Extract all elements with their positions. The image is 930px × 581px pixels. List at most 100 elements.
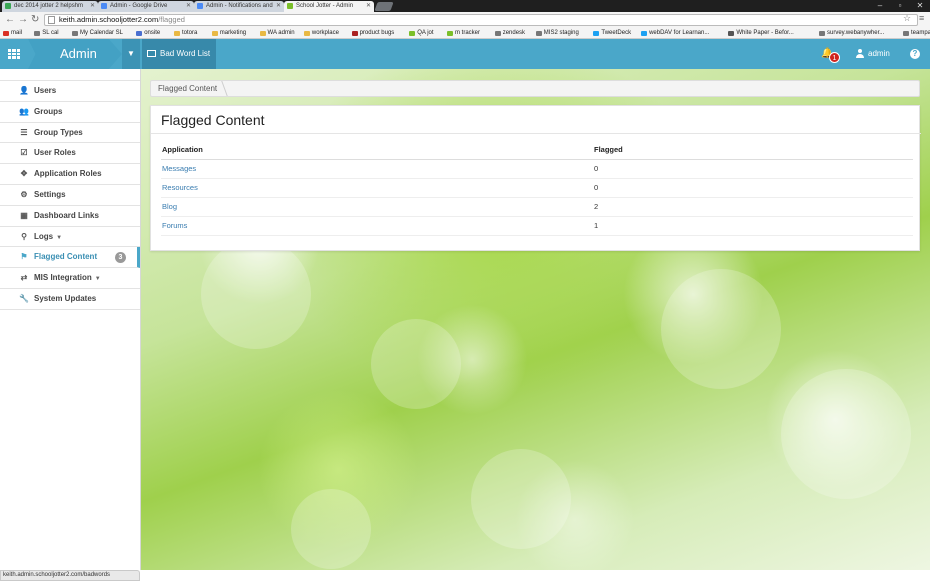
sidebar-item-users[interactable]: 👤 Users	[0, 81, 140, 102]
bookmark-item[interactable]: TweetDeck	[593, 28, 632, 38]
sidebar-item-user-roles[interactable]: ☑ User Roles	[0, 143, 140, 165]
application-link[interactable]: Forums	[162, 221, 187, 230]
users-icon: 👥	[19, 106, 29, 116]
browser-tab-bar: dec 2014 jotter 2 helpshm ✕ Admin - Goog…	[0, 0, 930, 12]
user-icon	[856, 49, 864, 58]
sidebar-item-flagged-content[interactable]: ⚑ Flagged Content 3	[0, 247, 140, 269]
wrench-icon: 🔧	[19, 293, 29, 303]
bookmark-item[interactable]: survey.webanywher...	[819, 28, 884, 38]
bookmark-icon	[819, 31, 825, 36]
bookmark-item[interactable]: SL cal	[34, 28, 59, 38]
forward-icon[interactable]: →	[18, 14, 28, 26]
apps-grid-button[interactable]	[0, 39, 28, 69]
bookmark-icon	[535, 31, 542, 36]
bookmark-item[interactable]: product bugs	[351, 28, 395, 38]
reload-icon[interactable]: ↻	[31, 14, 39, 26]
application-cell: Forums	[161, 216, 593, 236]
bookmark-icon	[72, 31, 78, 36]
page-icon	[48, 16, 55, 24]
bookmark-icon	[641, 31, 648, 36]
brand-dropdown-button[interactable]: ▼	[122, 39, 140, 69]
bad-word-list-button[interactable]: Bad Word List	[142, 39, 217, 69]
address-bar[interactable]: keith.admin.schooljotter2.com/flagged	[44, 14, 918, 26]
browser-tab[interactable]: Admin - Notifications and ✕	[194, 1, 284, 12]
divider	[151, 133, 921, 134]
application-cell: Messages	[161, 159, 593, 179]
browser-tab[interactable]: Admin - Google Drive ✕	[98, 1, 194, 12]
application-cell: Resources	[161, 178, 593, 198]
maximize-icon[interactable]: ▫	[890, 0, 910, 12]
sidebar-item-groups[interactable]: 👥 Groups	[0, 102, 140, 123]
bookmark-item[interactable]: zendesk	[494, 28, 525, 38]
close-icon[interactable]: ✕	[90, 1, 95, 12]
bookmark-label: totora	[182, 30, 198, 36]
application-link[interactable]: Messages	[162, 164, 196, 173]
bookmark-label: TweetDeck	[601, 30, 632, 36]
sidebar-item-label: Group Types	[34, 127, 83, 137]
sidebar-item-settings[interactable]: ⚙ Settings	[0, 185, 140, 206]
breadcrumb-item[interactable]: Flagged Content	[158, 84, 217, 93]
notification-badge[interactable]: 1	[829, 52, 840, 63]
bookmark-item[interactable]: WA admin	[259, 28, 295, 38]
bookmark-item[interactable]: White Paper - Befor...	[728, 28, 794, 38]
bookmark-item[interactable]: teampass	[903, 28, 930, 38]
browser-tab-active[interactable]: School Jotter - Admin ✕	[284, 1, 374, 12]
user-menu[interactable]: admin	[856, 39, 890, 69]
close-icon[interactable]: ✕	[276, 1, 281, 12]
bookmark-item[interactable]: onsite	[136, 28, 160, 38]
bookmark-item[interactable]: totora	[174, 28, 198, 38]
binoculars-icon: ⚲	[21, 231, 27, 241]
bookmark-item[interactable]: m tracker	[447, 28, 481, 38]
browser-tab-title: Admin - Notifications and	[206, 3, 273, 9]
sidebar-item-application-roles[interactable]: ✥ Application Roles	[0, 164, 140, 185]
sidebar-item-label: Application Roles	[34, 169, 102, 179]
bookmark-label: My Calendar SL	[80, 30, 124, 36]
app-brand[interactable]: Admin	[28, 39, 122, 69]
minimize-icon[interactable]: –	[870, 0, 890, 12]
bad-word-list-label: Bad Word List	[160, 49, 211, 58]
browser-tab-title: School Jotter - Admin	[296, 3, 354, 9]
sidebar-item-system-updates[interactable]: 🔧 System Updates	[0, 289, 140, 310]
help-icon[interactable]: ?	[910, 49, 920, 59]
bookmark-item[interactable]: mail	[3, 28, 22, 38]
table-row: Blog 2	[161, 197, 913, 217]
bookmark-label: teampass	[911, 30, 930, 36]
sidebar-item-group-types[interactable]: ☰ Group Types	[0, 123, 140, 144]
bookmark-icon	[136, 31, 143, 36]
bookmark-item[interactable]: MIS2 staging	[535, 28, 579, 38]
close-icon[interactable]: ✕	[186, 1, 191, 12]
bookmark-icon	[494, 31, 501, 36]
sidebar-item-dashboard-links[interactable]: ▦ Dashboard Links	[0, 206, 140, 227]
close-window-icon[interactable]: ✕	[910, 0, 930, 12]
hamburger-menu-icon[interactable]: ≡	[919, 13, 924, 23]
document-icon	[197, 3, 203, 9]
sidebar-item-logs[interactable]: ⚲ Logs ▼	[0, 227, 140, 248]
sidebar-item-mis-integration[interactable]: ⇄ MIS Integration ▼	[0, 268, 140, 289]
application-link[interactable]: Resources	[162, 183, 198, 192]
sidebar-item-label: User Roles	[34, 148, 76, 158]
list-box-icon	[147, 50, 156, 57]
bookmark-label: m tracker	[455, 30, 481, 36]
bookmark-star-icon[interactable]: ☆	[903, 13, 911, 24]
bookmark-item[interactable]: My Calendar SL	[72, 28, 124, 38]
sidebar-item-label: Settings	[34, 189, 66, 199]
new-tab-button[interactable]	[374, 2, 394, 11]
column-header-application: Application	[161, 140, 593, 160]
sidebar-item-label: Dashboard Links	[34, 210, 99, 220]
bookmark-item[interactable]: webDAV for Learnan...	[641, 28, 709, 38]
bookmark-item[interactable]: workplace	[303, 28, 339, 38]
bokeh-decoration	[371, 319, 461, 409]
breadcrumb-separator	[216, 81, 228, 96]
bookmark-label: product bugs	[359, 30, 395, 36]
browser-tab[interactable]: dec 2014 jotter 2 helpshm ✕	[2, 1, 98, 12]
bookmark-icon	[593, 31, 600, 36]
bookmark-item[interactable]: QA jot	[409, 28, 434, 38]
back-icon[interactable]: ←	[5, 14, 15, 26]
checkbox-icon: ☑	[20, 148, 28, 158]
application-link[interactable]: Blog	[162, 202, 177, 211]
bookmark-icon	[259, 31, 266, 36]
close-icon[interactable]: ✕	[366, 1, 371, 12]
bookmark-item[interactable]: marketing	[211, 28, 246, 38]
bookmark-icon	[903, 31, 909, 36]
grid-icon	[8, 49, 20, 59]
